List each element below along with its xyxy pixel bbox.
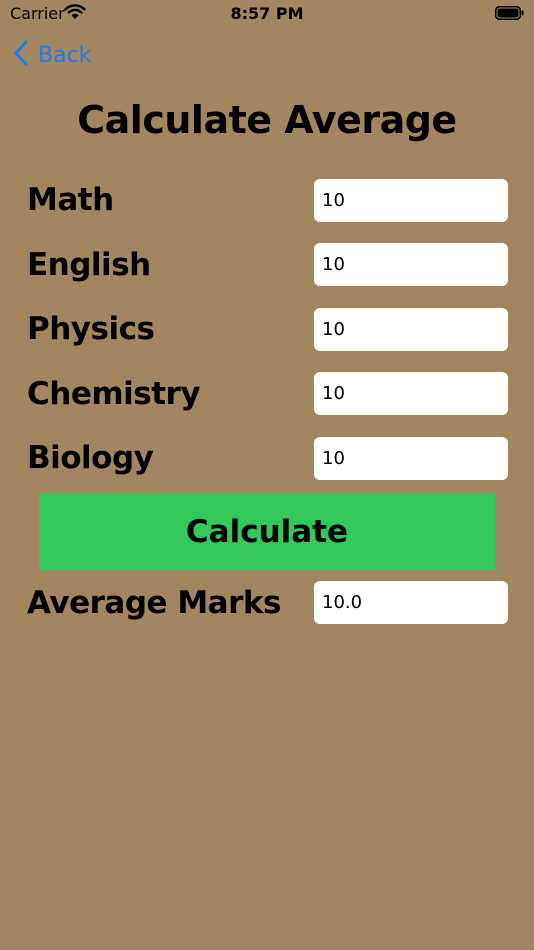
biology-input[interactable] (314, 437, 508, 480)
clock: 8:57 PM (230, 4, 304, 23)
physics-input[interactable] (314, 308, 508, 351)
math-input[interactable] (314, 179, 508, 222)
chevron-left-icon (14, 40, 28, 71)
chemistry-input[interactable] (314, 372, 508, 415)
math-label: Math (27, 182, 114, 218)
status-bar: Carrier 8:57 PM (0, 0, 534, 30)
physics-label: Physics (27, 311, 155, 347)
english-input[interactable] (314, 243, 508, 286)
back-button[interactable]: Back (14, 38, 91, 72)
calculate-button[interactable]: Calculate (39, 493, 495, 570)
back-label: Back (38, 42, 92, 68)
battery-icon (495, 6, 524, 20)
average-marks-field[interactable] (314, 581, 508, 624)
english-label: English (27, 247, 151, 283)
biology-label: Biology (27, 440, 154, 476)
chemistry-label: Chemistry (27, 376, 201, 412)
average-marks-label: Average Marks (27, 585, 281, 621)
page-title: Calculate Average (77, 98, 457, 142)
